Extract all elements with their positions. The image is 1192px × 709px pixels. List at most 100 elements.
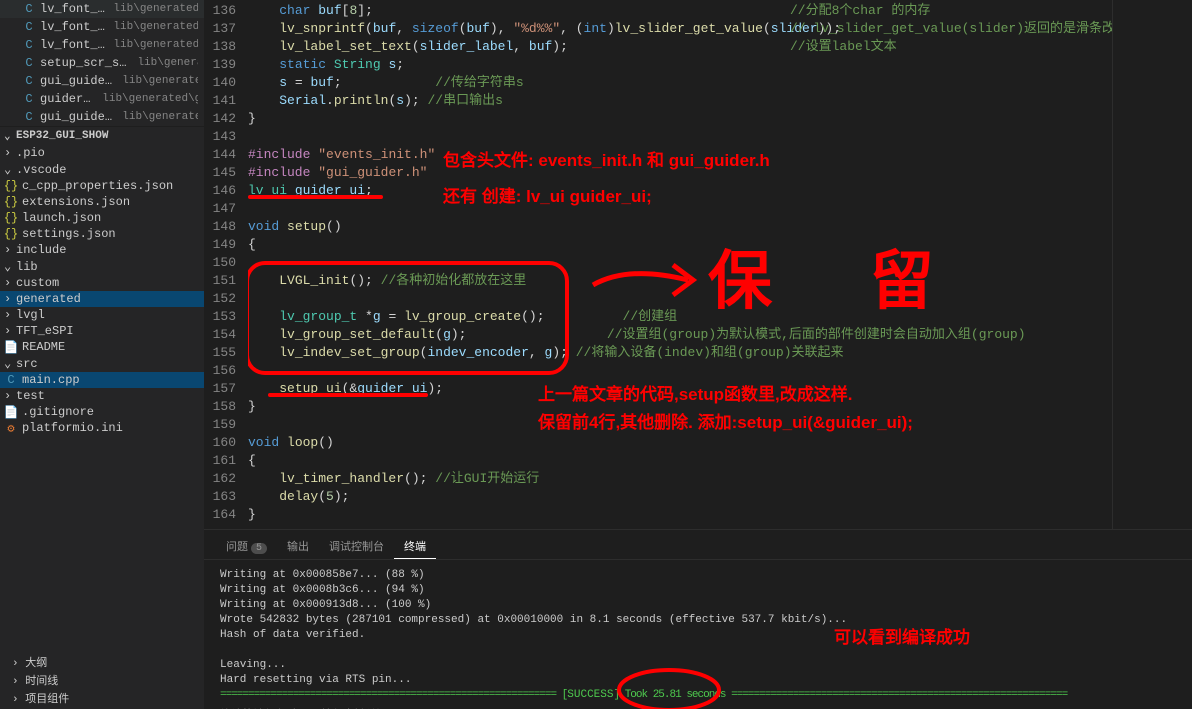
tree-node[interactable]: ›TFT_eSPI: [0, 323, 204, 339]
terminal-line: Writing at 0x000858e7... (88 %): [220, 568, 1176, 583]
minimap[interactable]: [1112, 0, 1192, 529]
tree-node[interactable]: 📄README: [0, 339, 204, 355]
open-editor-item[interactable]: Clv_font_simsun_48.clib\generated\guider…: [0, 36, 204, 54]
code-line[interactable]: }: [248, 506, 1112, 524]
open-editor-item[interactable]: Cgui_guider.hlib\generated: [0, 72, 204, 90]
line-number: 144: [204, 146, 248, 164]
tree-label: extensions.json: [22, 195, 130, 209]
panel-tabs: 问题5输出调试控制台终端: [204, 530, 1192, 560]
tree-node[interactable]: {}settings.json: [0, 226, 204, 242]
code-line[interactable]: }: [248, 398, 1112, 416]
code-line[interactable]: void setup(): [248, 218, 1112, 236]
cpp-icon: C: [4, 373, 18, 387]
tree-node[interactable]: ›include: [0, 242, 204, 258]
tree-label: lib: [16, 260, 38, 274]
tree-node[interactable]: ›lvgl: [0, 307, 204, 323]
tree-node[interactable]: ›custom: [0, 275, 204, 291]
file-name: lv_font_simsun_16.c: [40, 20, 107, 34]
line-number: 163: [204, 488, 248, 506]
tree-label: launch.json: [22, 211, 101, 225]
tree-node[interactable]: ⌄.vscode: [0, 161, 204, 178]
c-file-icon: C: [22, 20, 36, 34]
line-number: 148: [204, 218, 248, 236]
tree-node[interactable]: ›generated: [0, 291, 204, 307]
tree-node[interactable]: ⌄lib: [0, 258, 204, 275]
line-number: 137: [204, 20, 248, 38]
open-editor-item[interactable]: Csetup_scr_screen.clib\generated: [0, 54, 204, 72]
tree-label: .vscode: [16, 163, 66, 177]
open-editor-item[interactable]: Clv_font_simsun_12.clib\generated\guider…: [0, 0, 204, 18]
code-line[interactable]: }: [248, 110, 1112, 128]
sidebar-section[interactable]: › 时间线: [8, 671, 73, 689]
file-icon: 📄: [4, 405, 18, 419]
line-number: 136: [204, 2, 248, 20]
tree-node[interactable]: ›test: [0, 388, 204, 404]
code-line[interactable]: LVGL_init(); //各种初始化都放在这里: [248, 272, 1112, 290]
code-line[interactable]: s = buf; //传给字符串s: [248, 74, 1112, 92]
line-number: 164: [204, 506, 248, 524]
code-line[interactable]: {: [248, 236, 1112, 254]
code-line[interactable]: static String s;: [248, 56, 1112, 74]
file-icon: 📄: [4, 340, 18, 354]
file-name: lv_font_simsun_48.c: [40, 38, 107, 52]
code-line[interactable]: lv_snprintf(buf, sizeof(buf), "%d%%", (i…: [248, 20, 1112, 38]
tree-node[interactable]: {}launch.json: [0, 210, 204, 226]
open-editor-item[interactable]: Clv_font_simsun_16.clib\generated\guider…: [0, 18, 204, 36]
chevron-icon: ⌄: [4, 162, 16, 177]
code-line[interactable]: lv_indev_set_group(indev_encoder, g); //…: [248, 344, 1112, 362]
code-line[interactable]: Serial.println(s); //串口输出s: [248, 92, 1112, 110]
code-line[interactable]: [248, 290, 1112, 308]
tree-node[interactable]: {}c_cpp_properties.json: [0, 178, 204, 194]
code-line[interactable]: [248, 200, 1112, 218]
panel-tab[interactable]: 问题5: [216, 534, 277, 559]
project-name: ESP32_GUI_SHOW: [16, 130, 108, 142]
project-header[interactable]: ⌄ ESP32_GUI_SHOW: [0, 127, 204, 145]
open-editors: Clv_font_simsun_12.c lib\generated\guider…: [0, 0, 204, 127]
terminal[interactable]: Writing at 0x000858e7... (88 %)Writing a…: [204, 560, 1192, 709]
tree-node[interactable]: {} extensions.json: [0, 194, 204, 210]
code-line[interactable]: [248, 128, 1112, 146]
code-line[interactable]: [248, 416, 1112, 434]
code-line[interactable]: {: [248, 452, 1112, 470]
sidebar-section[interactable]: › 大纲: [8, 653, 73, 671]
code-line[interactable]: char buf[8];//分配8个char 的内存: [248, 2, 1112, 20]
chevron-down-icon: ⌄: [4, 129, 16, 143]
tree-node[interactable]: ›.pio: [0, 145, 204, 161]
terminal-line: Leaving...: [220, 658, 1176, 673]
line-number: 150: [204, 254, 248, 272]
tree-node[interactable]: Cmain.cpp: [0, 372, 204, 388]
line-number: 151: [204, 272, 248, 290]
line-number: 160: [204, 434, 248, 452]
line-number: 153: [204, 308, 248, 326]
line-number: 154: [204, 326, 248, 344]
code-line[interactable]: void loop(): [248, 434, 1112, 452]
sidebar-section[interactable]: › 项目组件: [8, 689, 73, 707]
code-line[interactable]: [248, 254, 1112, 272]
code-line[interactable]: lv_label_set_text(slider_label, buf);//设…: [248, 38, 1112, 56]
open-editor-item[interactable]: Cgui_guider.clib\generated: [0, 108, 204, 126]
file-path: lib\generated\guider_fo...: [113, 39, 198, 51]
tree-node[interactable]: ⌄src: [0, 355, 204, 372]
terminal-line: Hard resetting via RTS pin...: [220, 673, 1176, 688]
code-area[interactable]: 保 留 包含头文件: events_init.h 和 gui_guider.h …: [248, 0, 1112, 529]
line-number: 140: [204, 74, 248, 92]
json-icon: {}: [4, 195, 18, 209]
code-line[interactable]: [248, 362, 1112, 380]
open-editor-item[interactable]: Cguider_fonts.hlib\generated\guider_font…: [0, 90, 204, 108]
code-line[interactable]: lv_timer_handler(); //让GUI开始运行: [248, 470, 1112, 488]
file-name: lv_font_simsun_12.c: [40, 2, 107, 16]
code-line[interactable]: delay(5);: [248, 488, 1112, 506]
tree-node[interactable]: 📄.gitignore: [0, 404, 204, 420]
line-number: 139: [204, 56, 248, 74]
tree-node[interactable]: ⚙platformio.ini: [0, 420, 204, 436]
editor: 1361371381391401411421431441451461471481…: [204, 0, 1192, 529]
code-line[interactable]: lv_group_t *g = lv_group_create(); //创建组: [248, 308, 1112, 326]
panel-tab[interactable]: 终端: [394, 534, 436, 559]
chevron-icon: ⌄: [4, 356, 16, 371]
file-name: setup_scr_screen.c: [40, 56, 131, 70]
code-line[interactable]: #include "gui_guider.h": [248, 164, 1112, 182]
panel-tab[interactable]: 输出: [277, 534, 319, 559]
code-line[interactable]: #include "events_init.h": [248, 146, 1112, 164]
panel-tab[interactable]: 调试控制台: [319, 534, 394, 559]
code-line[interactable]: lv_group_set_default(g); //设置组(group)为默认…: [248, 326, 1112, 344]
